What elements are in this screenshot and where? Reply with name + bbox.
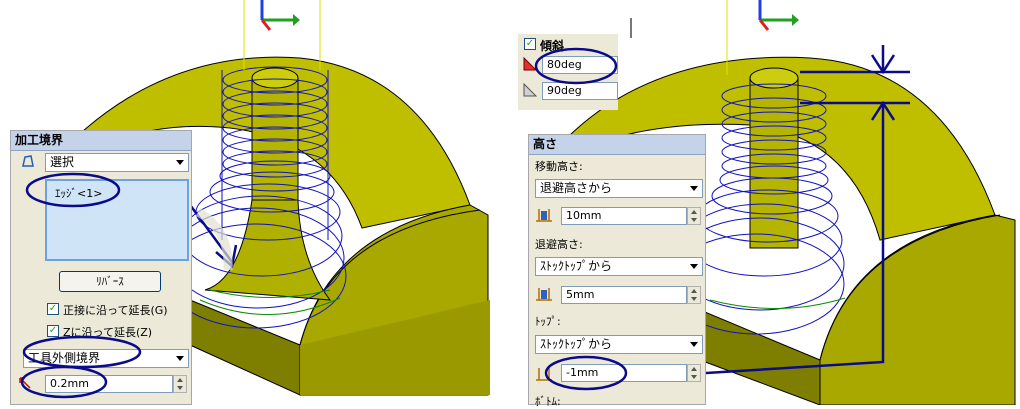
panel-title: 高さ xyxy=(529,135,705,155)
machining-boundary-panel: 加工境界 選択 ｴｯｼﾞ<1> ﾘﾊﾞｰｽ ✓ 正接に沿って延長(G) ✓ Zに… xyxy=(10,130,192,405)
combo-value: ｽﾄｯｸﾄｯﾌﾟから xyxy=(540,259,613,273)
combo-value: 工具外側境界 xyxy=(28,351,101,365)
move-height-input[interactable]: 10mm xyxy=(561,207,687,225)
slope-angle-icon xyxy=(523,56,538,71)
height-icon xyxy=(536,209,552,222)
slope-checkbox[interactable]: ✓ xyxy=(524,38,536,50)
height-icon xyxy=(536,288,552,301)
height-icon xyxy=(536,368,552,381)
offset-icon xyxy=(19,377,31,389)
boundary-select-combo[interactable]: 選択 xyxy=(45,153,189,172)
slope-vertical-icon xyxy=(523,82,538,97)
reverse-button[interactable]: ﾘﾊﾞｰｽ xyxy=(59,271,161,292)
chevron-down-icon xyxy=(176,356,184,361)
top-input[interactable]: -1mm xyxy=(561,364,687,382)
z-extend-label: Zに沿って延長(Z) xyxy=(63,326,153,339)
offset-spinner[interactable] xyxy=(173,375,187,393)
retract-height-spinner[interactable] xyxy=(687,286,701,304)
offset-input[interactable]: 0.2mm xyxy=(45,375,173,393)
chevron-down-icon xyxy=(690,186,698,191)
tangent-extend-label: 正接に沿って延長(G) xyxy=(63,304,168,317)
slope-panel: ✓ 傾斜 80deg 90deg xyxy=(518,34,618,110)
tangent-extend-checkbox[interactable]: ✓ xyxy=(47,303,59,315)
retract-height-label: 退避高さ: xyxy=(535,238,583,251)
slope-angle1-input[interactable]: 80deg xyxy=(542,56,618,74)
boundary-shape-icon xyxy=(22,155,34,167)
divider xyxy=(630,18,632,38)
z-extend-checkbox[interactable]: ✓ xyxy=(47,325,59,337)
slope-title: 傾斜 xyxy=(540,39,565,53)
combo-value: ｽﾄｯｸﾄｯﾌﾟから xyxy=(540,337,613,351)
top-label: ﾄｯﾌﾟ: xyxy=(535,315,561,328)
bottom-label: ﾎﾞﾄﾑ: xyxy=(535,395,561,408)
combo-value: 退避高さから xyxy=(540,181,613,195)
move-height-combo[interactable]: 退避高さから xyxy=(535,179,703,198)
top-spinner[interactable] xyxy=(687,364,701,382)
move-height-label: 移動高さ: xyxy=(535,160,583,173)
height-panel: 高さ 移動高さ: 退避高さから 10mm 退避高さ: ｽﾄｯｸﾄｯﾌﾟから 5m… xyxy=(528,134,706,408)
list-item[interactable]: ｴｯｼﾞ<1> xyxy=(55,185,102,201)
edge-selection-list[interactable]: ｴｯｼﾞ<1> xyxy=(45,179,189,261)
retract-height-input[interactable]: 5mm xyxy=(561,286,687,304)
chevron-down-icon xyxy=(690,264,698,269)
retract-height-combo[interactable]: ｽﾄｯｸﾄｯﾌﾟから xyxy=(535,257,703,276)
top-combo[interactable]: ｽﾄｯｸﾄｯﾌﾟから xyxy=(535,335,703,354)
chevron-down-icon xyxy=(690,342,698,347)
boundary-type-combo[interactable]: 工具外側境界 xyxy=(23,349,189,368)
move-height-spinner[interactable] xyxy=(687,207,701,225)
combo-value: 選択 xyxy=(50,155,75,169)
slope-angle2-input[interactable]: 90deg xyxy=(542,82,618,100)
chevron-down-icon xyxy=(176,160,184,165)
panel-title: 加工境界 xyxy=(11,131,191,151)
